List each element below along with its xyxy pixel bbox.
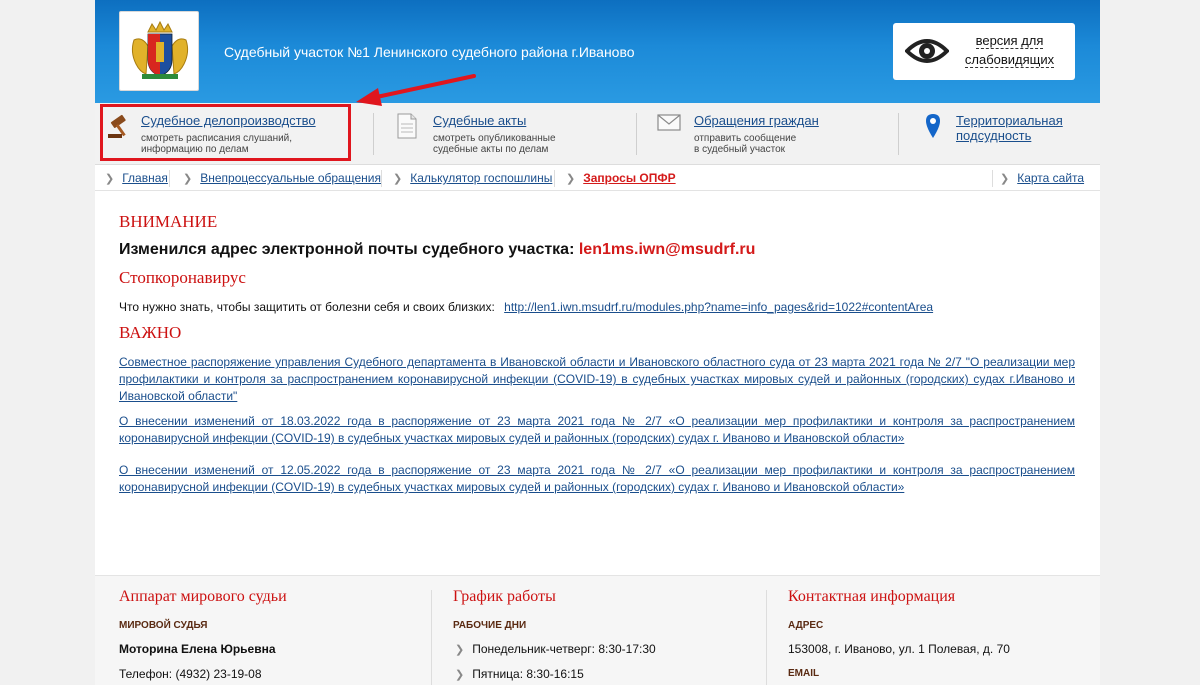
document-link-3[interactable]: О внесении изменений от 12.05.2022 года … [119,462,1075,496]
page: Судебный участок №1 Ленинского судебного… [95,0,1100,685]
footer-label-judge: МИРОВОЙ СУДЬЯ [119,620,208,631]
schedule-line: ❯ Пятница: 8:30-16:15 [455,667,584,681]
nav-item-opfr-requests[interactable]: ❯ Запросы ОПФР [566,171,676,185]
service-court-acts-link[interactable]: Судебные акты [433,113,526,128]
important-heading: ВАЖНО [119,323,182,342]
annotation-arrow [356,74,476,106]
schedule-line: ❯ Понедельник-четверг: 8:30-17:30 [455,642,656,656]
nav-item-home[interactable]: ❯ Главная [105,171,168,185]
footer-label-workdays: РАБОЧИЕ ДНИ [453,620,527,631]
court-address: 153008, г. Иваново, ул. 1 Полевая, д. 70 [788,642,1010,656]
main-nav: ❯ Главная ❯ Внепроцессуальные обращения ❯ К… [95,166,1100,191]
low-vision-version-button[interactable]: версия для слабовидящих [893,23,1075,80]
service-description: судебные акты по делам [433,144,549,155]
service-citizen-appeals[interactable]: Обращения граждан отправить сообщение в … [637,103,899,165]
attention-heading: ВНИМАНИЕ [119,212,218,231]
service-citizen-appeals-link[interactable]: Обращения граждан [694,113,819,128]
document-link[interactable]: О внесении изменений от 18.03.2022 года … [119,414,1075,445]
highlight-box [100,104,351,161]
divider [992,170,993,187]
email-notice: Изменился адрес электронной почты судебн… [119,241,755,259]
site-title: Судебный участок №1 Ленинского судебного… [224,44,635,60]
coat-of-arms-logo[interactable] [119,11,199,91]
service-jurisdiction-link[interactable]: Территориальная подсудность [956,113,1063,143]
footer-title-schedule: График работы [453,588,556,605]
divider [554,170,555,187]
footer-title-court-staff: Аппарат мирового судьи [119,588,287,605]
footer-label-address: АДРЕС [788,620,824,631]
nav-link[interactable]: Карта сайта [1017,171,1084,185]
nav-item-sitemap[interactable]: ❯ Карта сайта [1000,171,1084,185]
eye-icon [905,39,949,63]
email-address: len1ms.iwn@msudrf.ru [578,241,756,258]
divider [373,113,374,155]
divider [381,170,382,187]
document-link-1[interactable]: Совместное распоряжение управления Судеб… [119,354,1075,405]
judge-name: Моторина Елена Юрьевна [119,642,276,656]
footer-label-email: EMAIL [788,668,820,679]
envelope-icon [657,114,681,131]
map-pin-icon [926,114,940,138]
site-header: Судебный участок №1 Ленинского судебного… [95,0,1100,103]
nav-link[interactable]: Главная [122,171,168,185]
service-jurisdiction[interactable]: Территориальная подсудность [899,103,1099,165]
service-description: отправить сообщение [694,133,797,144]
nav-link[interactable]: Запросы ОПФР [583,171,675,185]
judge-phone: Телефон: (4932) 23-19-08 [119,667,262,681]
service-description: смотреть опубликованные [433,133,556,144]
document-icon [397,113,417,139]
footer: Аппарат мирового судьи МИРОВОЙ СУДЬЯ Мот… [95,575,1100,685]
nav-item-fee-calculator[interactable]: ❯ Калькулятор госпошлины [393,171,552,185]
divider [169,170,170,187]
low-vision-label: версия для слабовидящих [964,33,1055,68]
covid-info-link[interactable]: http://len1.iwn.msudrf.ru/modules.php?na… [504,300,933,314]
covid-info-line: Что нужно знать, чтобы защитить от болез… [119,300,933,314]
email-notice-text: Изменился адрес электронной почты судебн… [119,241,575,258]
service-court-acts[interactable]: Судебные акты смотреть опубликованные су… [375,103,637,165]
divider [766,590,767,685]
footer-title-contacts: Контактная информация [788,588,956,605]
document-link[interactable]: О внесении изменений от 12.05.2022 года … [119,463,1075,494]
divider [431,590,432,685]
document-link-2[interactable]: О внесении изменений от 18.03.2022 года … [119,413,1075,447]
nav-link[interactable]: Калькулятор госпошлины [410,171,552,185]
nav-item-appeals[interactable]: ❯ Внепроцессуальные обращения [183,171,381,185]
stopcovid-heading: Стопкоронавирус [119,268,246,287]
covid-info-text: Что нужно знать, чтобы защитить от болез… [119,300,495,314]
nav-link[interactable]: Внепроцессуальные обращения [200,171,381,185]
document-link[interactable]: Совместное распоряжение управления Судеб… [119,355,1075,403]
service-description: в судебный участок [694,144,786,155]
